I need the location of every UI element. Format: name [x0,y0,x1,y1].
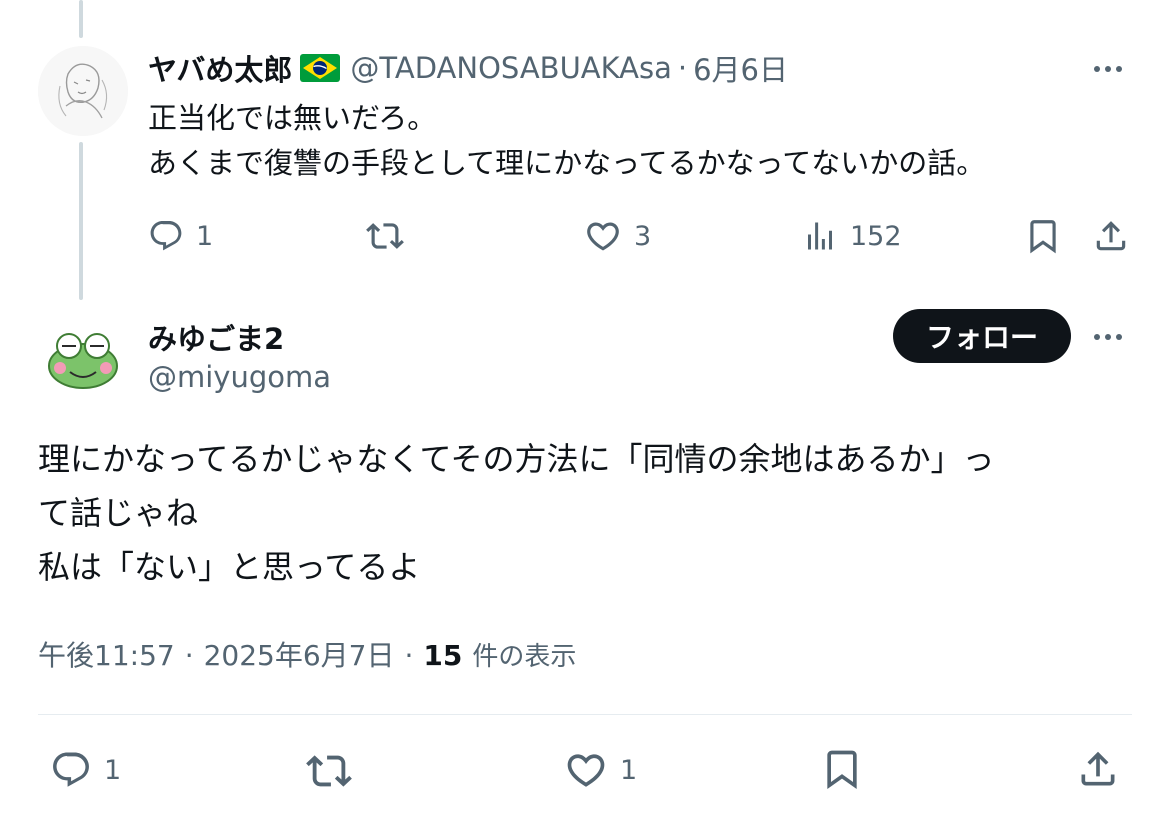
separator: · [677,51,688,85]
thread-line-top [79,0,83,38]
like-count: 1 [620,754,638,786]
like-button[interactable]: 1 [564,748,637,792]
bookmark-icon[interactable] [820,746,864,792]
more-options-icon[interactable] [1094,66,1122,72]
tweet-date[interactable]: 2025年6月7日 [204,634,395,674]
tweet-header: ヤバめ太郎 @TADANOSABUAKAsa · 6月6日 [148,48,788,88]
retweet-button[interactable] [366,216,416,256]
separator: · [404,639,414,672]
retweet-icon[interactable] [306,748,352,794]
avatar[interactable] [38,46,128,136]
tweet-text-line: あくまで復讐の手段として理にかなってるかなってないかの話。 [148,146,986,180]
like-button[interactable]: 3 [584,216,651,256]
views-button[interactable]: 152 [802,216,902,256]
view-count: 15 [423,639,463,672]
bookmark-icon[interactable] [1024,216,1062,256]
display-name[interactable]: ヤバめ太郎 [148,47,292,89]
reply-icon [148,218,184,254]
reply-count: 1 [104,754,122,786]
like-count: 3 [634,220,652,252]
view-label: 件の表示 [472,642,577,672]
retweet-icon [366,217,404,255]
tweet-text-line: 正当化では無いだろ。 [148,101,437,135]
analytics-icon [802,218,838,254]
tweet-text: 正当化では無いだろ。 あくまで復讐の手段として理にかなってるかなってないかの話。 [148,96,985,186]
separator: · [184,639,194,672]
tweet-text-line: 私は「ない」と思ってるよ [38,548,421,586]
follow-button[interactable]: フォロー [893,309,1071,363]
avatar[interactable] [38,310,128,400]
share-icon[interactable] [1076,746,1120,792]
reply-icon [50,749,92,791]
thread-line-bottom [79,142,83,300]
more-options-icon[interactable] [1094,334,1122,340]
tweet-text-line: て話じゃね [38,494,199,532]
reply-count: 1 [196,220,214,252]
reply-button[interactable]: 1 [50,748,121,792]
tweet-text: 理にかなってるかじゃなくてその方法に「同情の余地はあるか」っ て話じゃね 私は「… [38,432,994,594]
divider [38,714,1132,715]
heart-icon [584,217,622,255]
display-name[interactable]: みゆごま2 [148,316,284,358]
tweet-time[interactable]: 午後11:57 [38,634,175,674]
brazil-flag-icon [300,54,341,82]
tweet-text-line: 理にかなってるかじゃなくてその方法に「同情の余地はあるか」っ [38,440,995,478]
heart-icon [564,748,608,792]
reply-button[interactable]: 1 [148,216,213,256]
handle[interactable]: @TADANOSABUAKAsa [350,51,671,85]
view-count: 152 [850,220,902,252]
share-icon[interactable] [1092,216,1130,256]
tweet-date[interactable]: 6月6日 [693,47,788,89]
tweet-metadata: 午後11:57 · 2025年6月7日 · 15 件の表示 [38,634,576,674]
handle[interactable]: @miyugoma [148,360,331,394]
